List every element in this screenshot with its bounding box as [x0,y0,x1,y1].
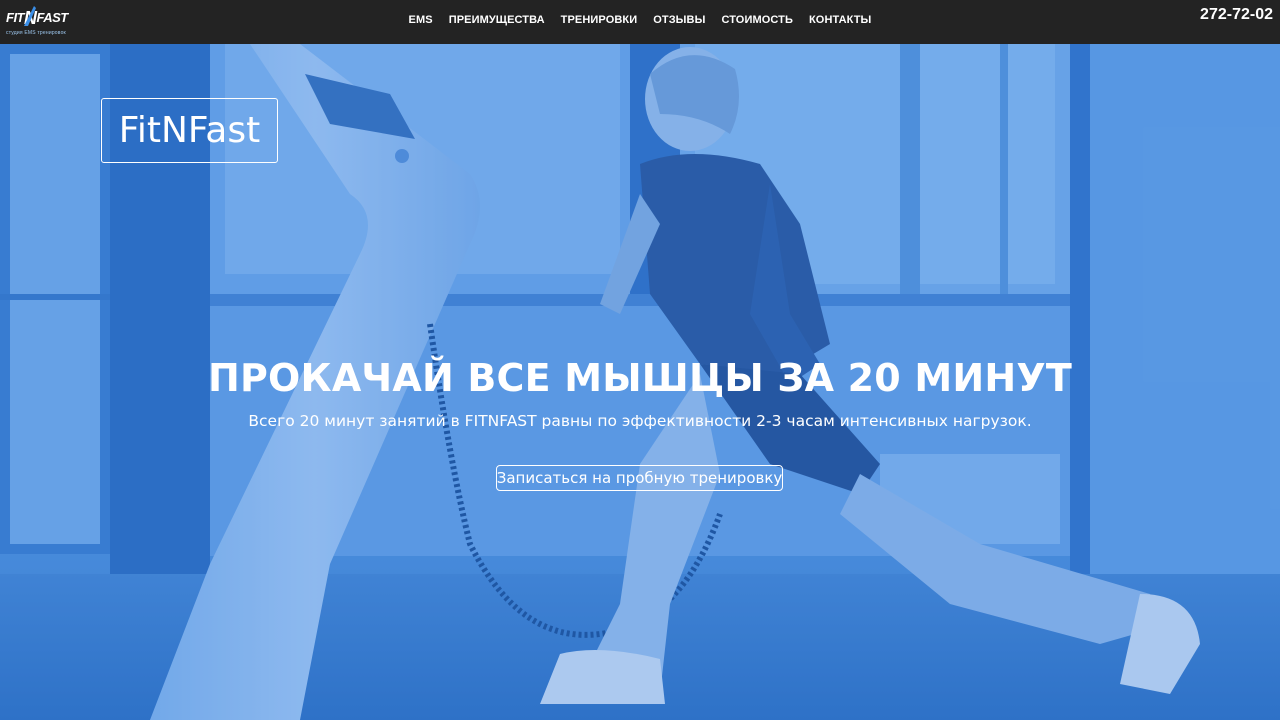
nav-item-advantages[interactable]: ПРЕИМУЩЕСТВА [449,14,545,26]
hero-subheadline: Всего 20 минут занятий в FITNFAST равны … [248,412,1032,430]
nav-item-pricing[interactable]: СТОИМОСТЬ [721,14,793,26]
trial-signup-button[interactable]: Записаться на пробную тренировку [496,465,783,491]
landing-page: FITNFAST студия EMS тренировок EMS ПРЕИМ… [0,0,1280,720]
nav-item-trainings[interactable]: ТРЕНИРОВКИ [561,14,638,26]
nav-item-ems[interactable]: EMS [409,14,433,26]
nav-item-reviews[interactable]: ОТЗЫВЫ [653,14,705,26]
hero-headline: ПРОКАЧАЙ ВСЕ МЫШЦЫ ЗА 20 МИНУТ [208,356,1072,400]
main-navigation: EMS ПРЕИМУЩЕСТВА ТРЕНИРОВКИ ОТЗЫВЫ СТОИМ… [0,0,1280,40]
top-navigation-bar: FITNFAST студия EMS тренировок EMS ПРЕИМ… [0,0,1280,44]
hero-brand-logo: FitNFast [101,98,278,163]
phone-number-link[interactable]: 272-72-02 [1200,6,1273,24]
nav-item-contacts[interactable]: КОНТАКТЫ [809,14,871,26]
